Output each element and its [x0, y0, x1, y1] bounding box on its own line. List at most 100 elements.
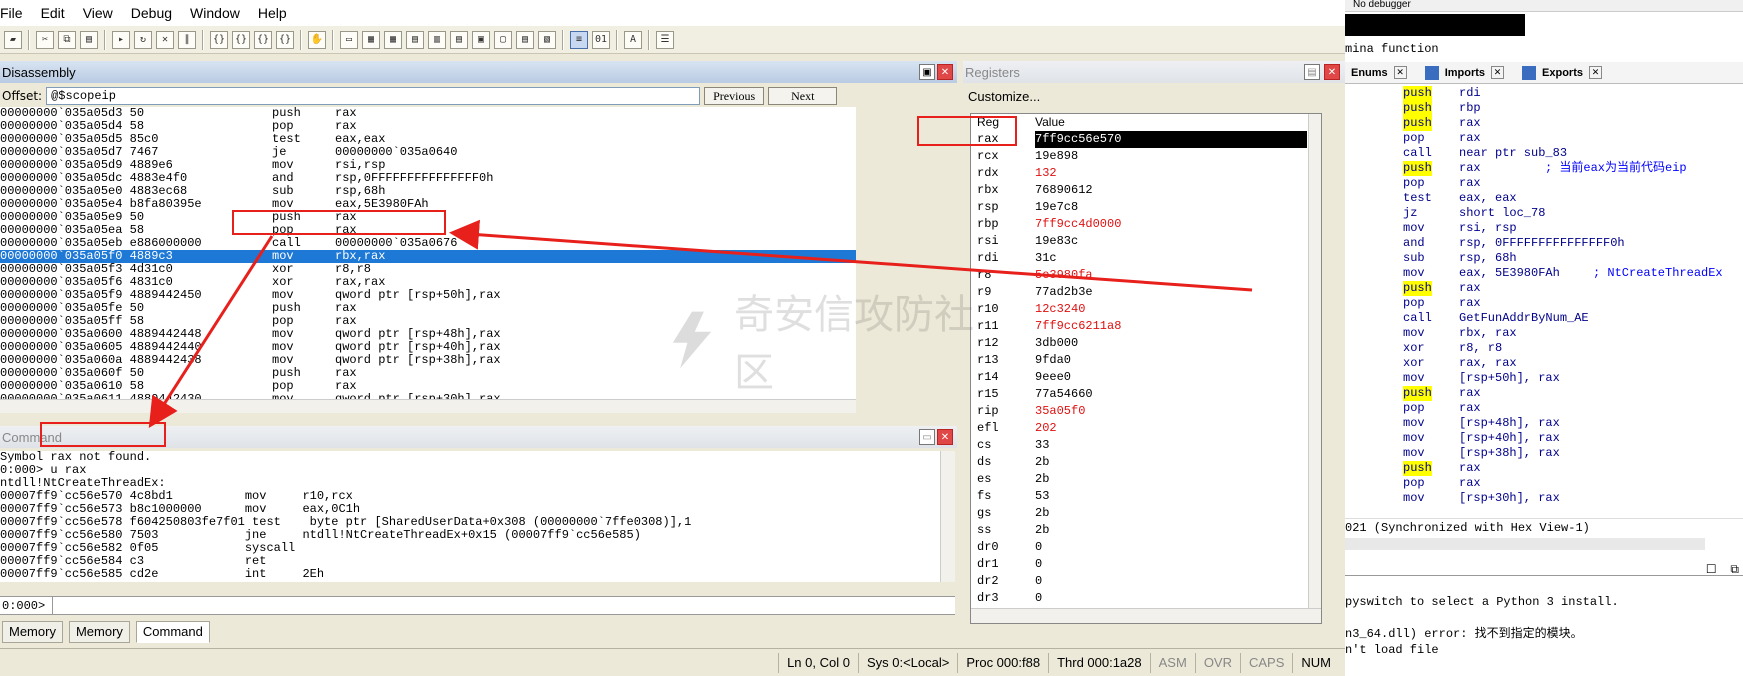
register-row-r9[interactable]: r9 77ad2b3e: [971, 284, 1321, 301]
menu-edit[interactable]: Edit: [41, 5, 75, 21]
locals-window-icon[interactable]: ▦: [384, 30, 402, 49]
command-scrollbar[interactable]: [940, 451, 955, 582]
register-row-r14[interactable]: r14 9eee0: [971, 369, 1321, 386]
ida-code-line[interactable]: test eax, eax: [1345, 191, 1743, 206]
disassembly-window-icon[interactable]: ▣: [472, 30, 490, 49]
command-window-icon[interactable]: ▭: [340, 30, 358, 49]
breakpoint-hand-icon[interactable]: ✋: [308, 30, 326, 49]
call-stack-window-icon[interactable]: ▤: [450, 30, 468, 49]
break-icon[interactable]: ∥: [178, 30, 196, 49]
register-row-fs[interactable]: fs 53: [971, 488, 1321, 505]
ida-code-line[interactable]: mov [rsp+40h], rax: [1345, 431, 1743, 446]
cut-icon[interactable]: ✂: [36, 30, 54, 49]
command-output[interactable]: Symbol rax not found. 0:000> u rax ntdll!N…: [0, 451, 940, 582]
customize-button[interactable]: Customize...: [968, 89, 1040, 104]
ida-code-line[interactable]: pop rax: [1345, 176, 1743, 191]
memory-window-icon[interactable]: ▥: [428, 30, 446, 49]
ida-code-line[interactable]: mov rbx, rax: [1345, 326, 1743, 341]
ida-code-line[interactable]: push rax: [1345, 116, 1743, 131]
ida-code-line[interactable]: jz short loc_78: [1345, 206, 1743, 221]
previous-button[interactable]: Previous: [704, 87, 765, 105]
hex-mode-icon[interactable]: 01: [592, 30, 610, 49]
disassembly-scrollbar[interactable]: [0, 399, 856, 413]
register-row-r13[interactable]: r13 9fda0: [971, 352, 1321, 369]
step-out-icon[interactable]: {}: [254, 30, 272, 49]
go-icon[interactable]: ▸: [112, 30, 130, 49]
ida-code-line[interactable]: pop rax: [1345, 401, 1743, 416]
copy-icon[interactable]: ⧉: [58, 30, 76, 49]
ida-scrollbar[interactable]: [1345, 538, 1705, 550]
register-row-r8[interactable]: r8 5e3980fa: [971, 267, 1321, 284]
menu-debug[interactable]: Debug: [131, 5, 182, 21]
open-icon[interactable]: ▰: [4, 30, 22, 49]
tab-imports[interactable]: Imports ✕: [1424, 65, 1505, 80]
register-row-dr3[interactable]: dr3 0: [971, 590, 1321, 607]
font-icon[interactable]: A: [624, 30, 642, 49]
register-row-r15[interactable]: r15 77a54660: [971, 386, 1321, 403]
register-row-rip[interactable]: rip 35a05f0: [971, 403, 1321, 420]
scratch-icon[interactable]: ▧: [538, 30, 556, 49]
command-input[interactable]: [52, 597, 955, 614]
register-row-r10[interactable]: r10 12c3240: [971, 301, 1321, 318]
paste-icon[interactable]: ▤: [80, 30, 98, 49]
ida-code-line[interactable]: call GetFunAddrByNum_AE: [1345, 311, 1743, 326]
register-row-r12[interactable]: r12 3db000: [971, 335, 1321, 352]
register-row-ds[interactable]: ds 2b: [971, 454, 1321, 471]
float-icon[interactable]: ⧉: [1730, 562, 1739, 576]
ida-code-line[interactable]: xor r8, r8: [1345, 341, 1743, 356]
registers-vertical-scrollbar[interactable]: [1308, 114, 1321, 609]
restart-icon[interactable]: ↻: [134, 30, 152, 49]
pane-dock-icon[interactable]: ▣: [919, 64, 935, 80]
close-icon[interactable]: ✕: [1491, 66, 1505, 79]
ida-code-line[interactable]: push rax: [1345, 386, 1743, 401]
ida-code-line[interactable]: mov [rsp+30h], rax: [1345, 491, 1743, 506]
disassembly-listing[interactable]: 00000000`035a05d3 50 push rax 00000000`035a…: [0, 107, 856, 399]
command-window-icon[interactable]: ▭: [919, 429, 935, 445]
scratch-pad-icon[interactable]: ▢: [494, 30, 512, 49]
menu-file[interactable]: File: [0, 5, 33, 21]
close-icon[interactable]: ✕: [1589, 66, 1602, 79]
ida-code-line[interactable]: mov [rsp+38h], rax: [1345, 446, 1743, 461]
ida-code-line[interactable]: pop rax: [1345, 476, 1743, 491]
offset-input[interactable]: @$scopeip: [46, 87, 701, 105]
registers-window-icon[interactable]: ▤: [1304, 64, 1320, 80]
register-row-ss[interactable]: ss 2b: [971, 522, 1321, 539]
run-to-cursor-icon[interactable]: {}: [276, 30, 294, 49]
registers-list[interactable]: Reg Value rax 7ff9cc56e570 rcx 19e898 rdx 132…: [970, 113, 1322, 624]
register-row-rax[interactable]: rax 7ff9cc56e570: [971, 131, 1321, 148]
ida-code-line[interactable]: push rbp: [1345, 101, 1743, 116]
tab-memory-2[interactable]: Memory: [68, 621, 130, 643]
register-value[interactable]: 7ff9cc56e570: [1035, 131, 1307, 148]
register-row-dr0[interactable]: dr0 0: [971, 539, 1321, 556]
registers-horizontal-scrollbar[interactable]: [971, 608, 1321, 623]
close-icon[interactable]: ✕: [937, 64, 953, 80]
close-icon[interactable]: ✕: [1393, 66, 1407, 79]
watch-window-icon[interactable]: ▦: [362, 30, 380, 49]
ida-code-line[interactable]: call near ptr sub_83: [1345, 146, 1743, 161]
register-row-rdi[interactable]: rdi 31c: [971, 250, 1321, 267]
source-mode-icon[interactable]: ≡: [570, 30, 588, 49]
register-row-rbx[interactable]: rbx 76890612: [971, 182, 1321, 199]
tab-memory-1[interactable]: Memory: [2, 621, 63, 643]
close-icon[interactable]: ✕: [1324, 64, 1340, 80]
ida-code-line[interactable]: push rdi: [1345, 86, 1743, 101]
ida-output-window[interactable]: pyswitch to select a Python 3 install. n3…: [1345, 575, 1743, 676]
tab-enums[interactable]: Enums ✕: [1351, 66, 1407, 79]
register-row-cs[interactable]: cs 33: [971, 437, 1321, 454]
step-into-icon[interactable]: {}: [210, 30, 228, 49]
menu-view[interactable]: View: [83, 5, 123, 21]
register-row-dr1[interactable]: dr1 0: [971, 556, 1321, 573]
register-row-rcx[interactable]: rcx 19e898: [971, 148, 1321, 165]
ida-disassembly-view[interactable]: push rdi push rbp push rax pop rax call near ptr …: [1345, 86, 1743, 520]
registers-window-icon[interactable]: ▤: [406, 30, 424, 49]
ida-code-line[interactable]: push rax: [1345, 461, 1743, 476]
restore-icon[interactable]: ☐: [1706, 562, 1717, 576]
close-icon[interactable]: ✕: [937, 429, 953, 445]
menu-help[interactable]: Help: [258, 5, 297, 21]
next-button[interactable]: Next: [768, 87, 838, 105]
register-row-efl[interactable]: efl 202: [971, 420, 1321, 437]
ida-code-line[interactable]: xor rax, rax: [1345, 356, 1743, 371]
tab-command[interactable]: Command: [135, 621, 210, 643]
menu-window[interactable]: Window: [190, 5, 250, 21]
options-icon[interactable]: ☰: [656, 30, 674, 49]
